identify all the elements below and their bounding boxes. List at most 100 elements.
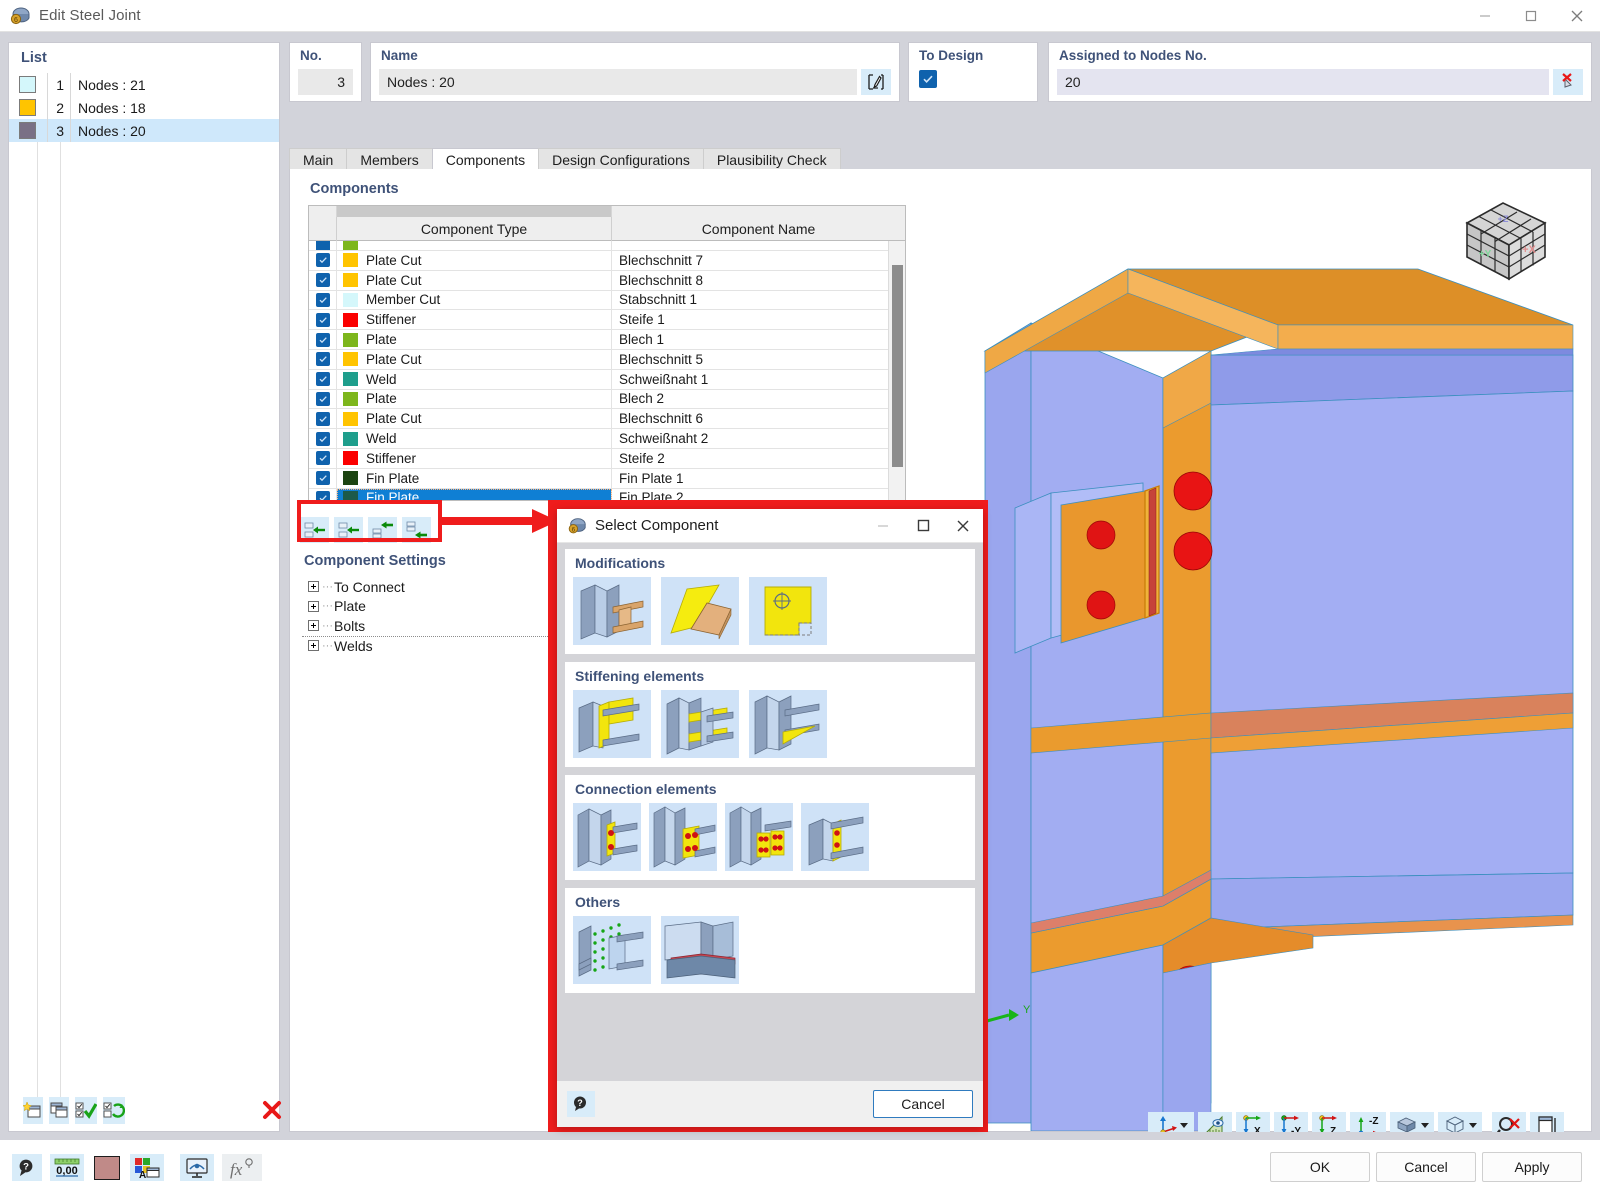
table-row[interactable]: Weld Schweißnaht 1 bbox=[309, 369, 905, 390]
tab-design-configurations[interactable]: Design Configurations bbox=[538, 148, 704, 170]
assigned-nodes-input[interactable]: 20 bbox=[1057, 69, 1549, 95]
row-checkbox-cell[interactable] bbox=[309, 448, 337, 468]
row-checkbox[interactable] bbox=[315, 312, 330, 327]
row-checkbox-cell[interactable] bbox=[309, 468, 337, 488]
row-checkbox-cell[interactable] bbox=[309, 349, 337, 369]
row-checkbox-cell[interactable] bbox=[309, 330, 337, 349]
table-row[interactable]: Member Cut Stabschnitt 1 bbox=[309, 290, 905, 311]
row-checkbox[interactable] bbox=[315, 431, 330, 446]
formula-button[interactable]: fx bbox=[222, 1154, 262, 1181]
row-checkbox[interactable] bbox=[315, 352, 330, 367]
row-checkbox-cell[interactable] bbox=[309, 241, 337, 250]
components-grid-scrollbar[interactable] bbox=[888, 241, 905, 500]
row-checkbox-cell[interactable] bbox=[309, 270, 337, 290]
row-checkbox-cell[interactable] bbox=[309, 488, 337, 500]
maximize-button[interactable] bbox=[1508, 0, 1554, 32]
table-row[interactable]: Plate Cut Blechschnitt 8 bbox=[309, 270, 905, 291]
ok-button[interactable]: OK bbox=[1270, 1152, 1370, 1182]
dialog-close-button[interactable] bbox=[943, 509, 983, 543]
tab-plausibility-check[interactable]: Plausibility Check bbox=[702, 148, 841, 170]
table-row[interactable]: Stiffener Steife 1 bbox=[309, 310, 905, 331]
row-checkbox-cell[interactable] bbox=[309, 251, 337, 270]
joint-list[interactable]: 1 Nodes : 21 2 Nodes : 18 3 Nodes : 20 bbox=[9, 73, 279, 1102]
table-row[interactable]: Plate Cut Blechschnitt 6 bbox=[309, 409, 905, 430]
pick-nodes-button[interactable] bbox=[1553, 69, 1583, 95]
splice-plate-thumb[interactable] bbox=[725, 803, 793, 871]
row-checkbox[interactable] bbox=[315, 292, 330, 307]
row-checkbox[interactable] bbox=[315, 451, 330, 466]
stiffener-thumb[interactable] bbox=[573, 690, 651, 758]
plate-cut-thumb[interactable] bbox=[661, 577, 739, 645]
chevron-down-icon[interactable] bbox=[1469, 1122, 1477, 1128]
minimize-button[interactable] bbox=[1462, 0, 1508, 32]
expand-icon[interactable] bbox=[308, 600, 319, 612]
grid-header-component-type[interactable]: Component Type bbox=[337, 217, 612, 241]
units-button[interactable]: 0,00 bbox=[50, 1154, 84, 1181]
row-checkbox[interactable] bbox=[315, 372, 330, 387]
components-grid-body[interactable]: Plate Cut Blechschnitt 7 Plate Cut Blech… bbox=[309, 241, 905, 500]
end-plate-thumb[interactable] bbox=[649, 803, 717, 871]
insert-component-before-button[interactable] bbox=[300, 517, 329, 543]
row-checkbox[interactable] bbox=[315, 411, 330, 426]
display-settings-button[interactable] bbox=[180, 1154, 214, 1181]
table-row[interactable]: Fin Plate Fin Plate 1 bbox=[309, 468, 905, 489]
expand-icon[interactable] bbox=[308, 640, 319, 652]
fin-plate-thumb[interactable] bbox=[573, 803, 641, 871]
plate-opening-thumb[interactable] bbox=[749, 577, 827, 645]
row-checkbox-cell[interactable] bbox=[309, 369, 337, 389]
grid-header-component-name[interactable]: Component Name bbox=[612, 217, 905, 241]
dialog-cancel-button[interactable]: Cancel bbox=[873, 1090, 973, 1118]
chevron-down-icon[interactable] bbox=[1421, 1122, 1429, 1128]
web-plate-thumb[interactable] bbox=[801, 803, 869, 871]
table-row[interactable]: Plate Blech 1 bbox=[309, 330, 905, 350]
row-checkbox[interactable] bbox=[315, 241, 330, 250]
table-row[interactable]: Plate Blech 2 bbox=[309, 389, 905, 410]
weld-thumb[interactable] bbox=[661, 916, 739, 984]
name-input[interactable]: Nodes : 20 bbox=[379, 69, 857, 95]
table-row[interactable]: Plate Cut Blechschnitt 5 bbox=[309, 349, 905, 370]
move-component-down-button[interactable] bbox=[402, 517, 431, 543]
copy-joint-button[interactable] bbox=[49, 1096, 69, 1124]
no-input[interactable]: 3 bbox=[298, 69, 353, 95]
table-row[interactable] bbox=[309, 241, 905, 251]
apply-button[interactable]: Apply bbox=[1482, 1152, 1582, 1182]
expand-icon[interactable] bbox=[308, 581, 319, 593]
row-checkbox[interactable] bbox=[315, 253, 330, 268]
to-design-checkbox[interactable] bbox=[919, 70, 937, 88]
table-row[interactable]: Stiffener Steife 2 bbox=[309, 448, 905, 469]
row-checkbox[interactable] bbox=[315, 471, 330, 486]
dialog-maximize-button[interactable] bbox=[903, 509, 943, 543]
move-component-up-button[interactable] bbox=[368, 517, 397, 543]
double-stiffener-thumb[interactable] bbox=[661, 690, 739, 758]
bolt-grid-thumb[interactable] bbox=[573, 916, 651, 984]
edit-name-button[interactable] bbox=[861, 69, 891, 95]
help-button[interactable]: ? bbox=[12, 1154, 42, 1181]
tab-members[interactable]: Members bbox=[346, 148, 433, 170]
table-row[interactable]: Plate Cut Blechschnitt 7 bbox=[309, 251, 905, 271]
insert-component-button[interactable] bbox=[334, 517, 363, 543]
row-checkbox-cell[interactable] bbox=[309, 389, 337, 409]
row-checkbox-cell[interactable] bbox=[309, 409, 337, 429]
list-item-selected[interactable]: 3 Nodes : 20 bbox=[9, 119, 279, 142]
chevron-down-icon[interactable] bbox=[1180, 1122, 1188, 1128]
list-item[interactable]: 2 Nodes : 18 bbox=[9, 96, 279, 119]
table-row-selected[interactable]: Fin Plate Fin Plate 2 bbox=[309, 488, 905, 500]
new-joint-button[interactable] bbox=[23, 1096, 43, 1124]
select-all-button[interactable] bbox=[75, 1096, 97, 1124]
row-checkbox[interactable] bbox=[315, 391, 330, 406]
member-cut-thumb[interactable] bbox=[573, 577, 651, 645]
table-row[interactable]: Weld Schweißnaht 2 bbox=[309, 429, 905, 449]
view-cube[interactable]: +Z +Y +X bbox=[1455, 193, 1551, 288]
delete-joint-button[interactable] bbox=[261, 1097, 283, 1124]
components-grid[interactable]: Component Type Component Name Plate Cut bbox=[308, 205, 906, 501]
dialog-minimize-button[interactable] bbox=[863, 509, 903, 543]
cancel-button[interactable]: Cancel bbox=[1376, 1152, 1476, 1182]
row-checkbox[interactable] bbox=[315, 273, 330, 288]
close-button[interactable] bbox=[1554, 0, 1600, 32]
help-button[interactable]: ? bbox=[567, 1091, 595, 1117]
tab-main[interactable]: Main bbox=[289, 148, 348, 170]
3d-viewport[interactable]: Y +Z +Y +X bbox=[913, 173, 1585, 1131]
expand-icon[interactable] bbox=[308, 620, 319, 632]
list-item[interactable]: 1 Nodes : 21 bbox=[9, 73, 279, 96]
tab-components[interactable]: Components bbox=[431, 148, 540, 170]
